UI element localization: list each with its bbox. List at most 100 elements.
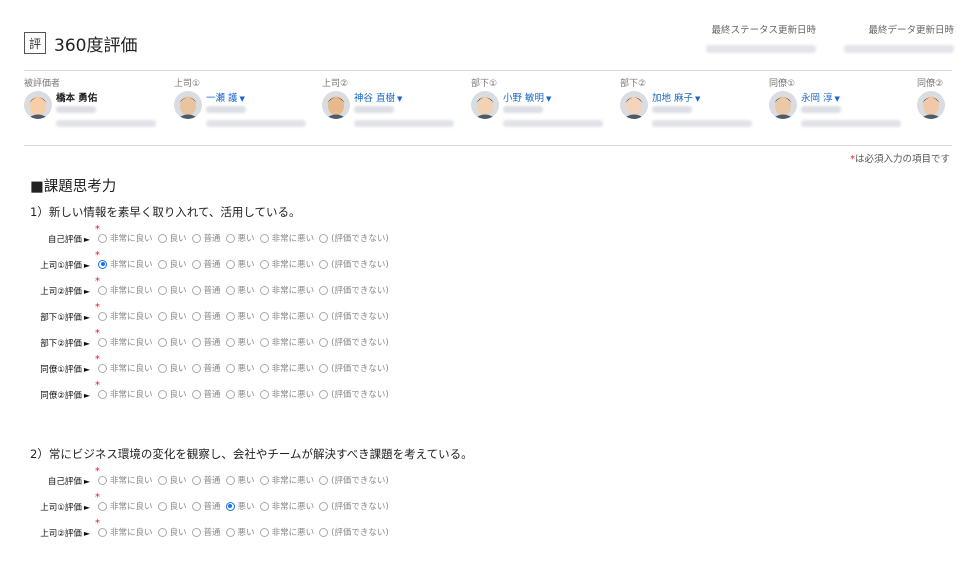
rating-option[interactable]: 普通: [191, 526, 221, 538]
radio-button[interactable]: [191, 363, 201, 373]
radio-button[interactable]: [319, 337, 329, 347]
radio-button[interactable]: [98, 259, 107, 269]
radio-button[interactable]: [157, 285, 167, 295]
radio-button[interactable]: [225, 475, 235, 485]
rating-option[interactable]: 非常に悪い: [259, 284, 314, 296]
radio-button[interactable]: [98, 233, 107, 243]
radio-button[interactable]: [319, 285, 329, 295]
radio-button[interactable]: [259, 259, 269, 269]
radio-button[interactable]: [157, 501, 167, 511]
radio-button[interactable]: [259, 389, 269, 399]
radio-button[interactable]: [259, 475, 269, 485]
rating-option[interactable]: 非常に悪い: [259, 258, 314, 270]
radio-button[interactable]: [319, 259, 329, 269]
radio-button[interactable]: [259, 233, 269, 243]
rating-option[interactable]: (評価できない): [319, 500, 389, 512]
radio-button[interactable]: [225, 501, 235, 511]
rating-option[interactable]: 悪い: [225, 310, 255, 322]
rating-option[interactable]: 良い: [157, 388, 187, 400]
radio-button[interactable]: [157, 311, 167, 321]
radio-button[interactable]: [259, 363, 269, 373]
radio-button[interactable]: [98, 337, 107, 347]
rating-option[interactable]: 普通: [191, 336, 221, 348]
rating-option[interactable]: 非常に悪い: [259, 336, 314, 348]
radio-button[interactable]: [191, 311, 201, 321]
radio-button[interactable]: [191, 259, 201, 269]
radio-button[interactable]: [319, 311, 329, 321]
radio-button[interactable]: [319, 389, 329, 399]
radio-button[interactable]: [98, 311, 107, 321]
radio-button[interactable]: [157, 337, 167, 347]
rating-option[interactable]: (評価できない): [319, 474, 389, 486]
radio-button[interactable]: [98, 527, 107, 537]
rating-option[interactable]: (評価できない): [319, 258, 389, 270]
rating-option[interactable]: 悪い: [225, 526, 255, 538]
rating-option[interactable]: 良い: [157, 258, 187, 270]
radio-button[interactable]: [98, 285, 107, 295]
rating-option[interactable]: 悪い: [225, 284, 255, 296]
rating-option[interactable]: 非常に悪い: [259, 362, 314, 374]
radio-button[interactable]: [225, 311, 235, 321]
radio-button[interactable]: [225, 527, 235, 537]
rating-option[interactable]: 良い: [157, 284, 187, 296]
radio-button[interactable]: [157, 389, 167, 399]
rating-option[interactable]: 悪い: [225, 362, 255, 374]
radio-button[interactable]: [191, 501, 201, 511]
rating-option[interactable]: (評価できない): [319, 362, 389, 374]
rating-option[interactable]: 非常に悪い: [259, 526, 314, 538]
rating-option[interactable]: 非常に悪い: [259, 388, 314, 400]
radio-button[interactable]: [259, 311, 269, 321]
person-name-link[interactable]: 一瀬 護 ▼: [206, 90, 245, 104]
radio-button[interactable]: [259, 501, 269, 511]
radio-button[interactable]: [191, 233, 201, 243]
rating-option[interactable]: 悪い: [225, 232, 255, 244]
rating-option[interactable]: 良い: [157, 232, 187, 244]
radio-button[interactable]: [225, 363, 235, 373]
rating-option[interactable]: 良い: [157, 526, 187, 538]
rating-option[interactable]: 良い: [157, 336, 187, 348]
rating-option[interactable]: 悪い: [225, 336, 255, 348]
radio-button[interactable]: [191, 285, 201, 295]
radio-button[interactable]: [225, 389, 235, 399]
radio-button[interactable]: [98, 475, 107, 485]
rating-option[interactable]: (評価できない): [319, 232, 389, 244]
rating-option[interactable]: 非常に悪い: [259, 232, 314, 244]
rating-option[interactable]: 良い: [157, 362, 187, 374]
radio-button[interactable]: [319, 475, 329, 485]
radio-button[interactable]: [259, 527, 269, 537]
rating-option[interactable]: 悪い: [225, 474, 255, 486]
person-name-link[interactable]: 神谷 直樹 ▼: [354, 90, 402, 104]
rating-option[interactable]: 普通: [191, 388, 221, 400]
rating-option[interactable]: 非常に良い: [98, 284, 153, 296]
person-name-link[interactable]: 加地 麻子 ▼: [652, 90, 700, 104]
radio-button[interactable]: [191, 475, 201, 485]
radio-button[interactable]: [259, 285, 269, 295]
rating-option[interactable]: 普通: [191, 362, 221, 374]
rating-option[interactable]: 良い: [157, 500, 187, 512]
rating-option[interactable]: 良い: [157, 474, 187, 486]
radio-button[interactable]: [319, 233, 329, 243]
radio-button[interactable]: [98, 363, 107, 373]
rating-option[interactable]: 普通: [191, 474, 221, 486]
rating-option[interactable]: 非常に悪い: [259, 500, 314, 512]
rating-option[interactable]: (評価できない): [319, 310, 389, 322]
radio-button[interactable]: [259, 337, 269, 347]
rating-option[interactable]: 非常に良い: [98, 232, 153, 244]
radio-button[interactable]: [225, 285, 235, 295]
radio-button[interactable]: [157, 363, 167, 373]
radio-button[interactable]: [225, 259, 235, 269]
rating-option[interactable]: 普通: [191, 500, 221, 512]
radio-button[interactable]: [319, 363, 329, 373]
rating-option[interactable]: 悪い: [225, 258, 255, 270]
radio-button[interactable]: [319, 527, 329, 537]
radio-button[interactable]: [157, 233, 167, 243]
radio-button[interactable]: [225, 233, 235, 243]
radio-button[interactable]: [319, 501, 329, 511]
person-name-link[interactable]: 永岡 淳 ▼: [801, 90, 840, 104]
rating-option[interactable]: 普通: [191, 232, 221, 244]
rating-option[interactable]: 良い: [157, 310, 187, 322]
rating-option[interactable]: 非常に良い: [98, 362, 153, 374]
radio-button[interactable]: [98, 501, 107, 511]
radio-button[interactable]: [98, 389, 107, 399]
rating-option[interactable]: (評価できない): [319, 284, 389, 296]
